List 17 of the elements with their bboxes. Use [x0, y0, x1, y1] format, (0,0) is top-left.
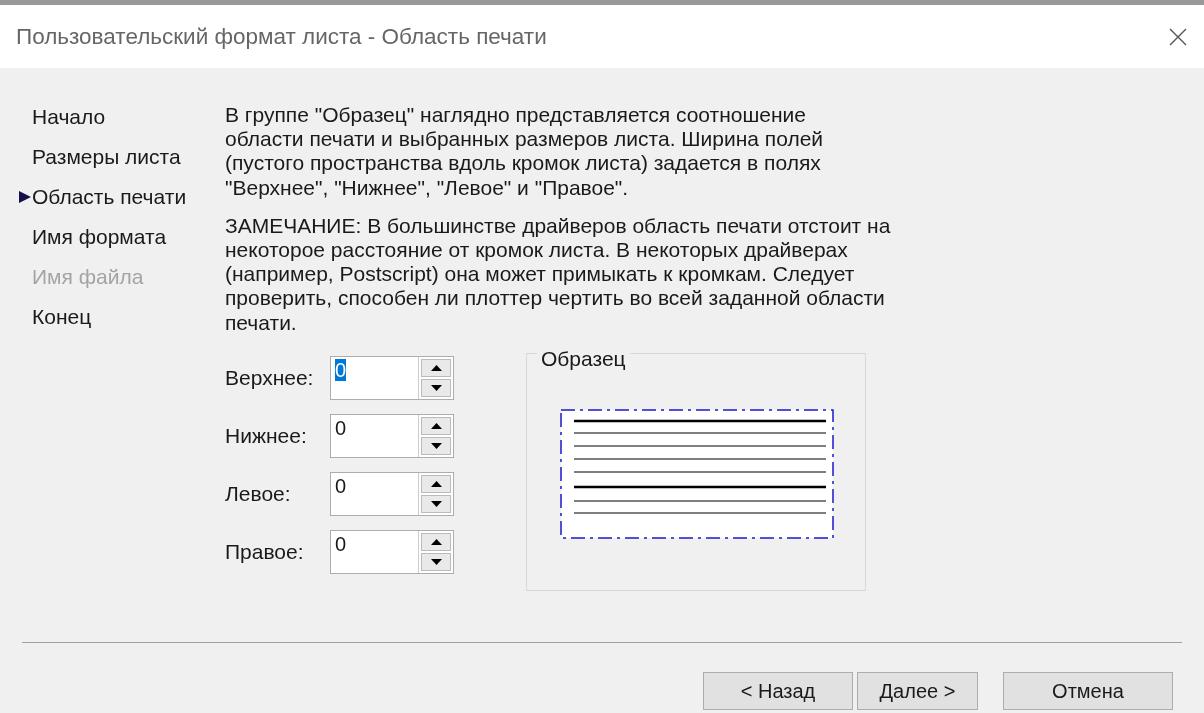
- margin-label: Верхнее:: [225, 365, 315, 392]
- wizard-button[interactable]: < Назад: [703, 672, 853, 710]
- wizard-button[interactable]: Отмена: [1003, 672, 1173, 710]
- close-icon[interactable]: [1168, 26, 1188, 47]
- step-label: Начало: [31, 104, 106, 131]
- step-label: Имя формата: [31, 224, 167, 251]
- wizard-button[interactable]: Далее >: [857, 672, 978, 710]
- margin-label: Левое:: [225, 481, 292, 508]
- description-text: ЗАМЕЧАНИЕ: В большинстве драйверов область печати отстоит на некоторое расстояние от кромок листа. В некоторых драйверах (например, Postscript) она может примыкать к кромкам. Следует проверить, способен ли плоттер чертить во всей заданной области печати.: [225, 213, 891, 335]
- window-title: Пользовательский формат листа - Область печати: [16, 22, 547, 51]
- description-text: В группе "Образец" наглядно представляется соотношение области печати и выбранных размеров листа. Ширина полей (пустого пространства вдоль кромок листа) задается в полях "Верхнее", "Нижнее", "Левое" и "Правое".: [225, 103, 825, 200]
- margin-label: Правое:: [225, 539, 305, 566]
- step-label: Область печати: [32, 184, 187, 211]
- step-label: Имя файла: [31, 264, 144, 291]
- step-label: Размеры листа: [31, 144, 181, 171]
- margin-label: Нижнее:: [225, 423, 308, 450]
- step-label: Конец: [31, 304, 92, 331]
